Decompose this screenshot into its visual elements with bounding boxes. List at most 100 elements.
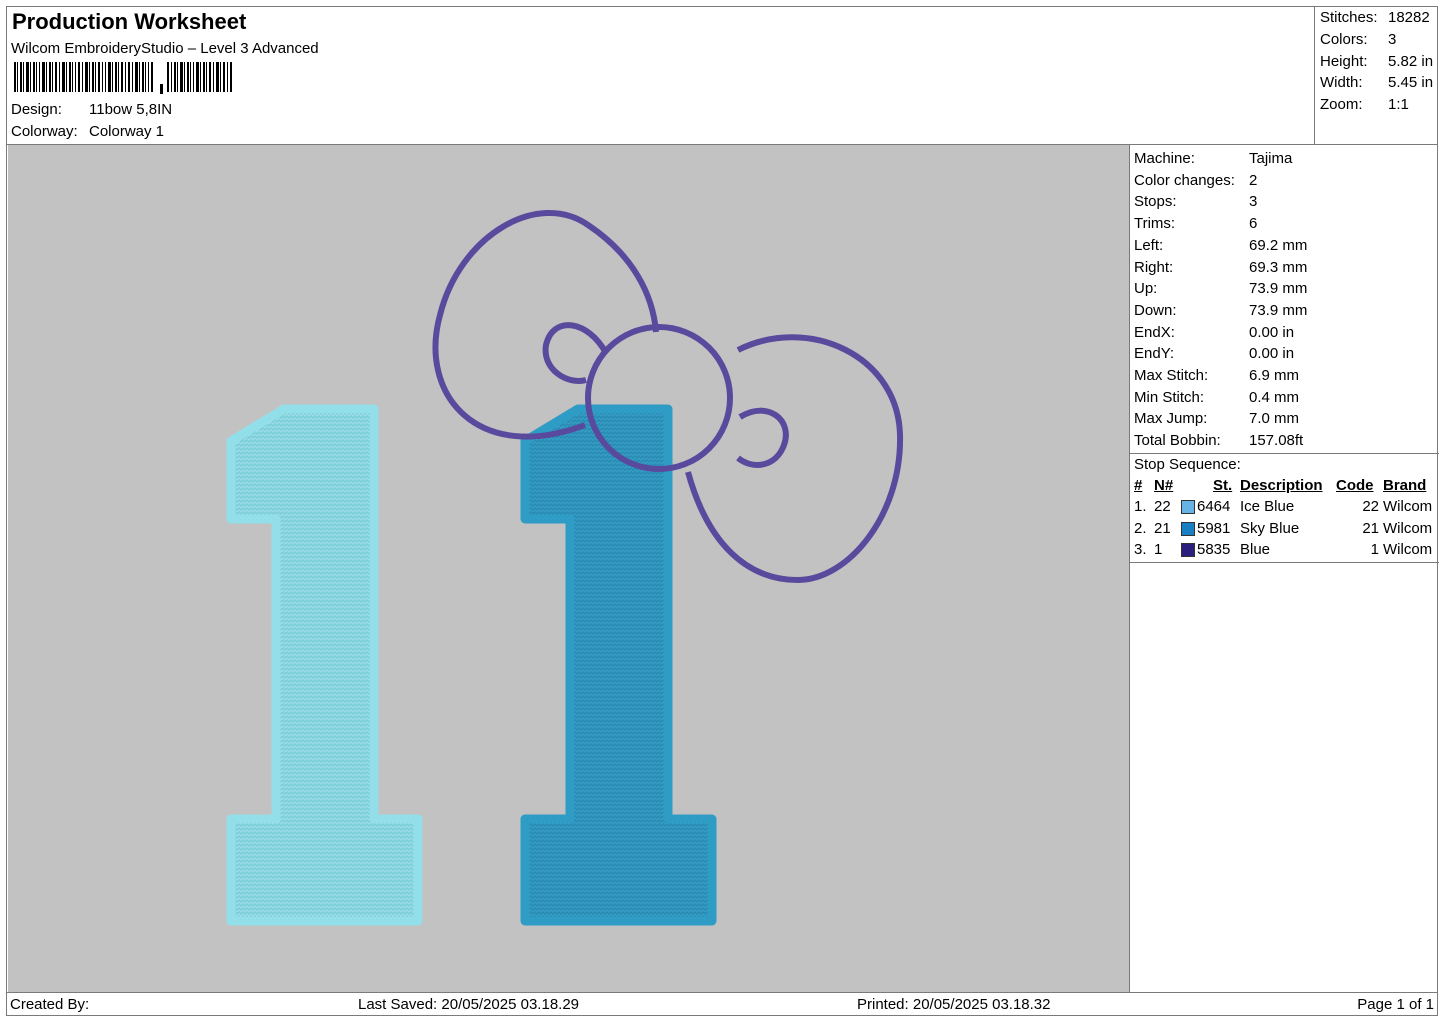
footer: Created By: Last Saved: 20/05/2025 03.18… [7, 992, 1437, 1017]
stop-description: Blue [1240, 541, 1271, 559]
stop-brand: Wilcom [1383, 519, 1433, 537]
info-label: Min Stitch: [1134, 388, 1205, 406]
info-value: 6.9 mm [1249, 367, 1300, 384]
info-value: 0.00 in [1249, 323, 1295, 341]
info-label: Stops: [1134, 193, 1177, 211]
color-swatch [1181, 521, 1195, 536]
stop-divider [1130, 562, 1439, 563]
summary-row: Colors: 3 [1315, 29, 1439, 51]
stop-row: 3. 1 5835 Blue 1 Wilcom [1130, 539, 1439, 561]
stop-index: 1. [1134, 498, 1147, 515]
stop-code: 1 [1370, 541, 1379, 559]
info-row: Machine: Tajima [1134, 148, 1434, 170]
design-label: Design: [11, 101, 62, 118]
page-number: Page 1 of 1 [1357, 996, 1434, 1013]
worksheet-title: Production Worksheet [12, 9, 247, 34]
last-saved: Last Saved: 20/05/2025 03.18.29 [358, 996, 580, 1013]
info-label: Down: [1134, 301, 1177, 319]
info-row: Trims: 6 [1134, 213, 1434, 235]
info-row: Left: 69.2 mm [1134, 235, 1434, 257]
stop-number: 21 [1154, 519, 1171, 537]
colorway-value: Colorway 1 [89, 123, 165, 140]
info-row: Stops: 3 [1134, 191, 1434, 213]
summary-row: Height: 5.82 in [1315, 51, 1439, 73]
stop-stitch: 5981 [1197, 519, 1231, 537]
stop-sequence-title: Stop Sequence: [1134, 456, 1241, 473]
info-row: Color changes: 2 [1134, 170, 1434, 192]
info-label: Total Bobbin: [1134, 432, 1221, 450]
summary-row: Width: 5.45 in [1315, 72, 1439, 94]
summary-row: Zoom: 1:1 [1315, 94, 1439, 116]
digit-one-sky-blue [520, 404, 717, 926]
stop-stitch: 6464 [1197, 498, 1231, 515]
stop-number: 1 [1154, 541, 1163, 559]
col-description: Description [1240, 477, 1323, 494]
summary-row: Stitches: 18282 [1315, 7, 1439, 29]
summary-label: Height: [1320, 52, 1368, 70]
design-preview [8, 145, 1129, 992]
stop-row: 2. 21 5981 Sky Blue 21 Wilcom [1130, 518, 1439, 540]
stop-description: Sky Blue [1240, 519, 1300, 537]
info-label: Max Stitch: [1134, 367, 1209, 384]
col-brand: Brand [1383, 477, 1427, 494]
stop-code: 22 [1362, 498, 1379, 515]
stop-code: 21 [1362, 519, 1379, 537]
col-number: N# [1154, 477, 1174, 494]
color-swatch [1181, 500, 1195, 514]
info-row: Min Stitch: 0.4 mm [1134, 387, 1434, 409]
col-code: Code [1336, 477, 1374, 494]
summary-label: Zoom: [1320, 96, 1363, 114]
stop-row: 1. 22 6464 Ice Blue 22 Wilcom [1130, 496, 1439, 518]
colorway-label: Colorway: [11, 123, 78, 140]
bow-right-loop [685, 334, 904, 584]
info-value: 3 [1249, 193, 1258, 211]
col-stitch: St. [1213, 477, 1233, 494]
stop-index: 3. [1134, 541, 1147, 559]
info-value: 0.4 mm [1249, 388, 1300, 406]
summary-label: Width: [1320, 74, 1363, 92]
printed-date: Printed: 20/05/2025 03.18.32 [857, 996, 1051, 1013]
info-row: Max Stitch: 6.9 mm [1134, 365, 1434, 387]
info-row: EndY: 0.00 in [1134, 343, 1434, 365]
info-divider [1130, 453, 1439, 454]
summary-panel: Stitches: 18282 Colors: 3 Height: 5.82 in W… [1314, 7, 1439, 144]
digit-one-ice-blue [226, 404, 423, 926]
info-value: 73.9 mm [1249, 301, 1308, 319]
info-row: Up: 73.9 mm [1134, 278, 1434, 300]
summary-label: Stitches: [1320, 9, 1378, 26]
stop-stitch: 5835 [1197, 541, 1231, 559]
info-row: Total Bobbin: 157.08ft [1134, 430, 1434, 452]
summary-label: Colors: [1320, 30, 1368, 48]
info-label: EndX: [1134, 323, 1175, 341]
info-value: 7.0 mm [1249, 410, 1300, 428]
embroidery-design [226, 210, 904, 926]
bow-left-loop [432, 210, 659, 440]
summary-value: 5.45 in [1388, 74, 1434, 92]
stop-brand: Wilcom [1383, 498, 1433, 515]
info-value: 69.3 mm [1249, 258, 1308, 276]
design-value: 11bow 5,8IN [89, 101, 173, 118]
info-label: Color changes: [1134, 171, 1235, 189]
info-value: 69.2 mm [1249, 236, 1308, 254]
barcode [14, 62, 232, 94]
colorway-row: Colorway: Colorway 1 [11, 123, 164, 140]
summary-value: 3 [1388, 30, 1397, 48]
info-label: Right: [1134, 258, 1174, 276]
production-worksheet: Production Worksheet Wilcom EmbroiderySt… [6, 6, 1439, 1017]
info-label: Trims: [1134, 215, 1176, 233]
info-label: Up: [1134, 280, 1158, 298]
bow-small-left-loop [542, 322, 609, 384]
info-value: Tajima [1249, 150, 1293, 167]
summary-value: 5.82 in [1388, 52, 1434, 70]
info-value: 6 [1249, 215, 1258, 233]
info-value: 2 [1249, 171, 1258, 189]
info-label: Left: [1134, 236, 1164, 254]
stop-index: 2. [1134, 519, 1147, 537]
stop-number: 22 [1154, 498, 1171, 515]
info-label: EndY: [1134, 345, 1175, 363]
stop-description: Ice Blue [1240, 498, 1295, 515]
design-row: Design: 11bow 5,8IN [11, 101, 172, 118]
created-by: Created By: [10, 996, 90, 1013]
summary-value: 1:1 [1388, 96, 1409, 114]
col-index: # [1134, 477, 1143, 494]
